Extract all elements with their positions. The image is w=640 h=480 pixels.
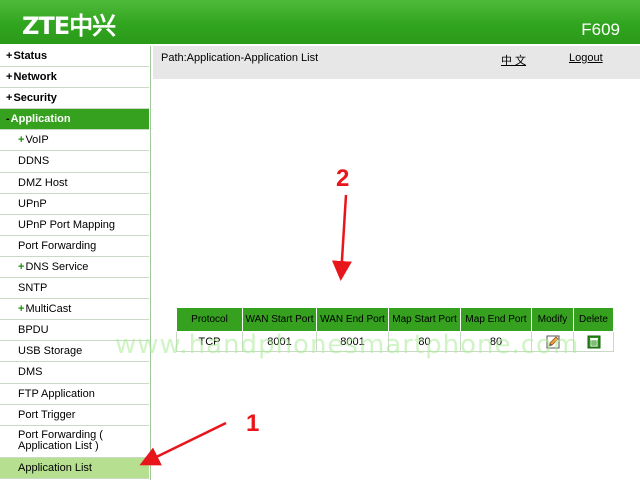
col-map-end-port: Map End Port (460, 307, 532, 332)
collapse-icon: - (6, 113, 10, 126)
application-list-table: Protocol WAN Start Port WAN End Port Map… (176, 307, 614, 352)
zte-logo: ZTE中兴 (22, 12, 116, 40)
sidebar-item-upnp-port-mapping[interactable]: UPnP Port Mapping (0, 215, 149, 236)
cell-map-end-port: 80 (460, 331, 532, 352)
cell-wan-start-port: 8001 (242, 331, 317, 352)
sidebar-item-port-forwarding-application-list[interactable]: Port Forwarding ( Application List ) (0, 426, 149, 458)
col-modify: Modify (531, 307, 574, 332)
sidebar-item-label: USB Storage (18, 345, 83, 358)
cell-map-start-port: 80 (388, 331, 461, 352)
col-wan-start-port: WAN Start Port (242, 307, 317, 332)
cell-delete (573, 331, 614, 352)
sidebar-item-bpdu[interactable]: BPDU (0, 320, 149, 342)
sidebar-item-upnp[interactable]: UPnP (0, 194, 149, 215)
header-bar: ZTE中兴 F609 (0, 0, 640, 44)
sidebar-item-port-trigger[interactable]: Port Trigger (0, 405, 149, 426)
trash-icon[interactable] (587, 335, 601, 349)
sidebar-item-status[interactable]: +Status (0, 46, 149, 68)
sidebar-item-label: VoIP (25, 134, 49, 147)
logout-link[interactable]: Logout (569, 52, 603, 64)
annotation-1: 1 (246, 410, 260, 437)
table-header-row: Protocol WAN Start Port WAN End Port Map… (176, 307, 614, 332)
col-map-start-port: Map Start Port (388, 307, 461, 332)
sidebar-item-network[interactable]: +Network (0, 67, 149, 89)
col-protocol: Protocol (176, 307, 243, 332)
sidebar-item-label: Port Trigger (18, 408, 76, 421)
sidebar-item-dms[interactable]: DMS (0, 362, 149, 384)
cell-protocol: TCP (176, 331, 243, 352)
edit-icon[interactable] (546, 335, 560, 349)
sidebar-item-label: DDNS (18, 155, 50, 168)
sidebar-item-label: DNS Service (25, 260, 89, 273)
col-delete: Delete (573, 307, 614, 332)
sidebar-item-usb-storage[interactable]: USB Storage (0, 341, 149, 363)
sidebar-item-label: UPnP (18, 197, 47, 210)
table-row: TCP 8001 8001 80 80 (176, 331, 614, 352)
sidebar-item-ftp-application[interactable]: FTP Application (0, 384, 149, 405)
sidebar-item-label: DMS (18, 366, 43, 379)
expand-icon: + (18, 134, 25, 147)
expand-icon: + (6, 50, 13, 62)
cell-wan-end-port: 8001 (316, 331, 389, 352)
sidebar-item-label: DMZ Host (18, 176, 68, 189)
sidebar-item-sntp[interactable]: SNTP (0, 278, 149, 300)
device-model: F609 (581, 20, 620, 39)
sidebar-item-voip[interactable]: +VoIP (0, 130, 149, 152)
col-wan-end-port: WAN End Port (316, 307, 389, 332)
expand-icon: + (6, 92, 13, 105)
sidebar-item-label: UPnP Port Mapping (18, 218, 116, 231)
annotation-2: 2 (336, 165, 350, 192)
sidebar-item-application[interactable]: -Application (0, 109, 149, 131)
sidebar-item-label: Application List (18, 461, 92, 474)
language-link[interactable]: 中 文 (501, 52, 526, 68)
sidebar-item-label: BPDU (18, 324, 49, 337)
sidebar-item-ddns[interactable]: DDNS (0, 151, 149, 173)
path-bar: Path:Application-Application List 中 文 Lo… (153, 46, 640, 79)
sidebar-item-label: MultiCast (25, 303, 72, 316)
sidebar-item-security[interactable]: +Security (0, 88, 149, 110)
sidebar-item-label: Security (13, 92, 57, 105)
breadcrumb: Path:Application-Application List (161, 52, 319, 64)
sidebar-item-application-list[interactable]: Application List (0, 457, 149, 479)
sidebar-item-label: Port Forwarding (18, 239, 97, 252)
arrow-1 (139, 421, 227, 466)
sidebar-item-dns-service[interactable]: +DNS Service (0, 257, 149, 279)
expand-icon: + (6, 71, 13, 84)
expand-icon: + (18, 260, 25, 273)
sidebar-item-multicast[interactable]: +MultiCast (0, 299, 149, 321)
arrow-2 (331, 194, 352, 281)
sidebar-item-label: Application (10, 113, 71, 126)
cell-modify (531, 331, 574, 352)
sidebar-item-port-forwarding[interactable]: Port Forwarding (0, 236, 149, 257)
sidebar-item-label: Network (13, 71, 57, 84)
sidebar-nav: +Status +Network +Security -Application +VoI… (0, 46, 151, 480)
expand-icon: + (18, 303, 25, 316)
sidebar-item-dmz-host[interactable]: DMZ Host (0, 173, 149, 194)
sidebar-item-label: FTP Application (18, 387, 95, 400)
sidebar-item-label: Port Forwarding ( Application List ) (18, 428, 103, 452)
app-root: ZTE中兴 F609 +Status +Network +Security -Appl… (0, 0, 640, 480)
sidebar-item-label: Status (13, 50, 48, 62)
sidebar-item-label: SNTP (18, 282, 48, 295)
